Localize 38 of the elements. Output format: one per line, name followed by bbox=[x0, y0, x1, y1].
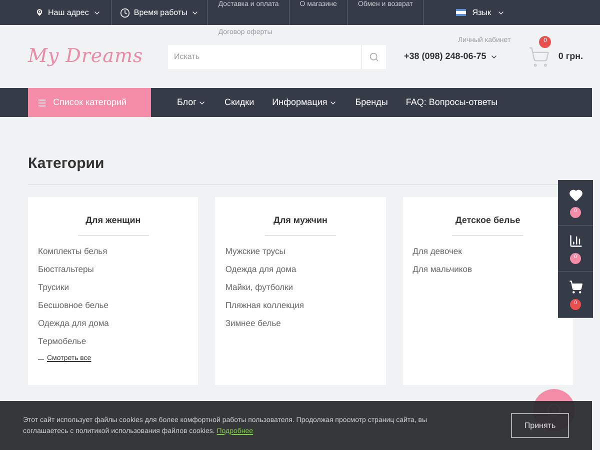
nav-link[interactable]: Бренды bbox=[355, 96, 388, 110]
category-title[interactable]: Для мужчин bbox=[274, 214, 328, 227]
address-button[interactable]: Наш адрес bbox=[35, 0, 112, 25]
heart-icon bbox=[568, 188, 582, 202]
bar-chart-icon bbox=[568, 234, 582, 248]
phone-button[interactable]: +38 (098) 248-06-75 bbox=[404, 50, 498, 64]
category-link[interactable]: Трусики bbox=[38, 281, 69, 293]
search-field[interactable]: Искать bbox=[168, 44, 361, 68]
cart-icon[interactable] bbox=[528, 46, 550, 68]
category-link[interactable]: Термобелье bbox=[38, 335, 86, 347]
category-link[interactable]: Бесшовное белье bbox=[38, 299, 108, 311]
language-button[interactable]: Язык bbox=[456, 6, 505, 18]
category-link[interactable]: Одежда для дома bbox=[38, 317, 109, 329]
category-link[interactable]: Мужские трусы bbox=[225, 245, 286, 257]
category-link[interactable]: Одежда для дома bbox=[225, 263, 296, 275]
category-link[interactable]: Бюстгальтеры bbox=[38, 263, 94, 275]
location-pin-icon bbox=[35, 8, 44, 17]
cart-icon bbox=[568, 280, 582, 294]
hours-button[interactable]: Время работы bbox=[112, 0, 208, 25]
category-link[interactable]: Комплекты белья bbox=[38, 245, 108, 257]
category-title[interactable]: Для женщин bbox=[86, 214, 141, 227]
nav-link[interactable]: Информация bbox=[272, 96, 338, 110]
category-link[interactable]: Майки, футболки bbox=[225, 281, 294, 293]
cart-total: 0 грн. bbox=[558, 50, 584, 63]
nav-link[interactable]: Скидки bbox=[224, 96, 254, 110]
clock-icon bbox=[120, 8, 130, 18]
category-title[interactable]: Детское белье bbox=[455, 214, 520, 227]
category-link[interactable]: Для девочек bbox=[412, 245, 462, 257]
category-link[interactable]: Зимнее белье bbox=[225, 317, 281, 329]
nav-link[interactable]: FAQ: Вопросы-ответы bbox=[406, 96, 498, 110]
accept-button[interactable]: Принять bbox=[511, 413, 569, 438]
search-icon bbox=[369, 52, 379, 62]
search-button[interactable] bbox=[361, 44, 386, 68]
category-link[interactable]: Пляжная коллекция bbox=[225, 299, 304, 311]
nav-link[interactable]: Блог bbox=[177, 96, 206, 110]
menu-icon bbox=[37, 98, 47, 108]
category-link[interactable]: Для мальчиков bbox=[412, 263, 472, 275]
flag-icon bbox=[456, 9, 466, 16]
